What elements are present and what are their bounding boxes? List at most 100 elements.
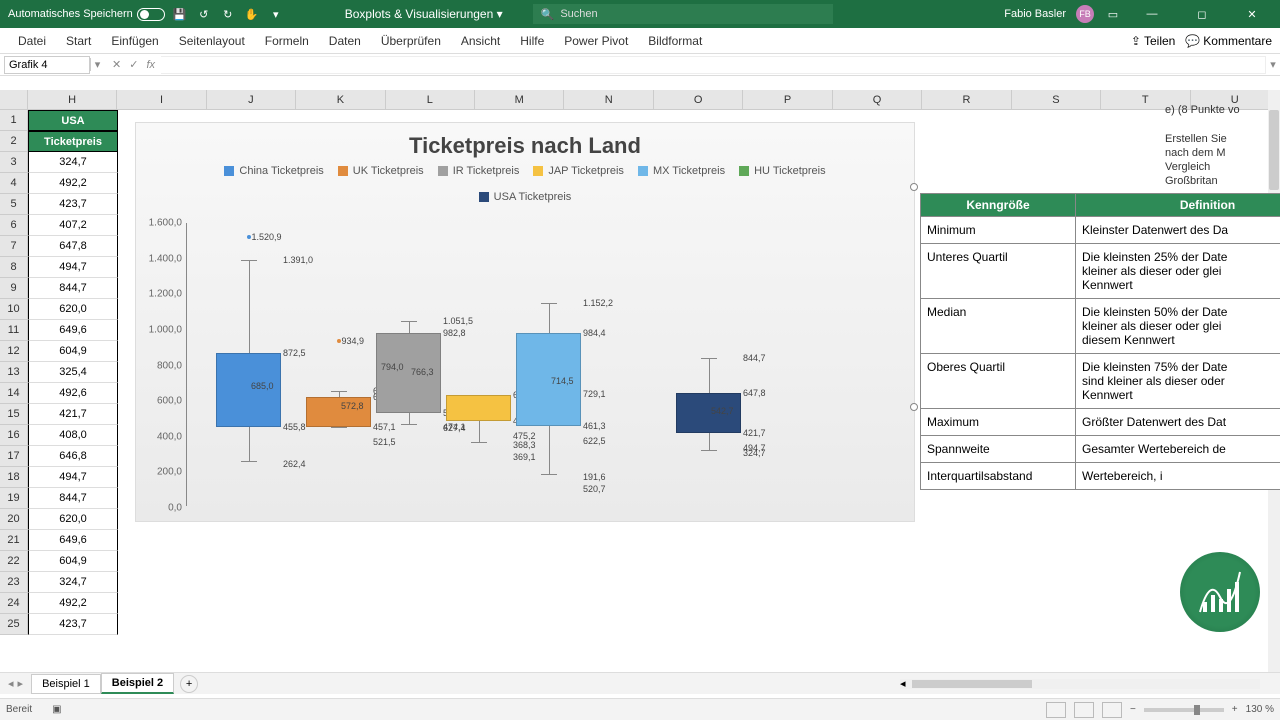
col-header[interactable]: J	[207, 90, 296, 109]
data-cell[interactable]: 492,2	[28, 173, 118, 194]
share-button[interactable]: ⇪ Teilen	[1131, 34, 1175, 48]
touch-icon[interactable]: ✋	[243, 5, 261, 23]
zoom-slider[interactable]	[1144, 708, 1224, 712]
tab-hilfe[interactable]: Hilfe	[510, 29, 554, 53]
row-header[interactable]: 14	[0, 383, 28, 404]
formula-expand-icon[interactable]: ▾	[1266, 58, 1280, 71]
table-cell[interactable]: Interquartilsabstand	[921, 463, 1076, 490]
data-cell[interactable]: 844,7	[28, 278, 118, 299]
table-cell[interactable]: Gesamter Wertebereich de	[1076, 436, 1280, 463]
data-cell[interactable]: 423,7	[28, 614, 118, 635]
data-cell[interactable]: 324,7	[28, 152, 118, 173]
comments-button[interactable]: 💬 Kommentare	[1185, 34, 1272, 48]
row-header[interactable]: 1	[0, 110, 28, 131]
col-header[interactable]: R	[922, 90, 1011, 109]
data-cell[interactable]: 604,9	[28, 551, 118, 572]
row-header[interactable]: 17	[0, 446, 28, 467]
name-box[interactable]: Grafik 4	[4, 56, 90, 74]
search-box[interactable]: 🔍 Suchen	[533, 4, 833, 24]
data-cell[interactable]: 324,7	[28, 572, 118, 593]
tab-bildformat[interactable]: Bildformat	[638, 29, 712, 53]
col-header[interactable]: Q	[833, 90, 922, 109]
row-header[interactable]: 9	[0, 278, 28, 299]
row-header[interactable]: 2	[0, 131, 28, 152]
col-header[interactable]: H	[28, 90, 117, 109]
row-header[interactable]: 11	[0, 320, 28, 341]
row-header[interactable]: 6	[0, 215, 28, 236]
table-cell[interactable]: Die kleinsten 75% der Date sind kleiner …	[1076, 354, 1280, 409]
row-header[interactable]: 23	[0, 572, 28, 593]
formula-input[interactable]	[161, 56, 1266, 74]
row-header[interactable]: 12	[0, 341, 28, 362]
col-header[interactable]: L	[386, 90, 475, 109]
data-cell[interactable]: 421,7	[28, 404, 118, 425]
tab-seitenlayout[interactable]: Seitenlayout	[169, 29, 255, 53]
data-cell[interactable]: 408,0	[28, 425, 118, 446]
col-header[interactable]: N	[564, 90, 653, 109]
user-avatar[interactable]: FB	[1076, 5, 1094, 23]
row-header[interactable]: 10	[0, 299, 28, 320]
row-header[interactable]: 19	[0, 488, 28, 509]
data-header[interactable]: USA	[28, 110, 118, 131]
table-cell[interactable]: Minimum	[921, 217, 1076, 244]
more-icon[interactable]: ▾	[267, 5, 285, 23]
save-icon[interactable]: 💾	[171, 5, 189, 23]
col-header[interactable]: K	[296, 90, 385, 109]
view-normal-button[interactable]	[1046, 702, 1066, 718]
tab-daten[interactable]: Daten	[319, 29, 371, 53]
zoom-level[interactable]: 130 %	[1246, 704, 1274, 715]
table-cell[interactable]: Die kleinsten 25% der Date kleiner als d…	[1076, 244, 1280, 299]
data-cell[interactable]: 494,7	[28, 257, 118, 278]
col-header[interactable]: S	[1012, 90, 1101, 109]
data-cell[interactable]: 844,7	[28, 488, 118, 509]
record-macro-icon[interactable]: ▣	[52, 704, 61, 715]
data-cell[interactable]: 649,6	[28, 530, 118, 551]
selection-handle[interactable]	[910, 403, 918, 411]
row-header[interactable]: 18	[0, 467, 28, 488]
table-cell[interactable]: Maximum	[921, 409, 1076, 436]
view-pagelayout-button[interactable]	[1074, 702, 1094, 718]
table-cell[interactable]: Kleinster Datenwert des Da	[1076, 217, 1280, 244]
tab-formeln[interactable]: Formeln	[255, 29, 319, 53]
data-cell[interactable]: 325,4	[28, 362, 118, 383]
maximize-button[interactable]: ◻	[1182, 0, 1222, 28]
data-cell[interactable]: 646,8	[28, 446, 118, 467]
data-cell[interactable]: 620,0	[28, 299, 118, 320]
boxplot-chart[interactable]: Ticketpreis nach Land China TicketpreisU…	[135, 122, 915, 522]
confirm-icon[interactable]: ✓	[129, 58, 138, 71]
zoom-in-icon[interactable]: +	[1232, 704, 1238, 715]
data-cell[interactable]: 407,2	[28, 215, 118, 236]
table-cell[interactable]: Die kleinsten 50% der Date kleiner als d…	[1076, 299, 1280, 354]
name-box-dropdown[interactable]: ▾	[90, 58, 104, 71]
row-header[interactable]: 25	[0, 614, 28, 635]
tab-powerpivot[interactable]: Power Pivot	[554, 29, 638, 53]
selection-handle[interactable]	[910, 183, 918, 191]
table-cell[interactable]: Median	[921, 299, 1076, 354]
tab-ueberpruefen[interactable]: Überprüfen	[371, 29, 451, 53]
row-header[interactable]: 21	[0, 530, 28, 551]
data-cell[interactable]: 492,6	[28, 383, 118, 404]
tab-start[interactable]: Start	[56, 29, 101, 53]
data-cell[interactable]: 604,9	[28, 341, 118, 362]
table-cell[interactable]: Wertebereich, i	[1076, 463, 1280, 490]
sheet-nav-next-icon[interactable]: ▸	[18, 677, 24, 690]
zoom-out-icon[interactable]: −	[1130, 704, 1136, 715]
scroll-left-icon[interactable]: ◂	[900, 677, 906, 690]
row-header[interactable]: 8	[0, 257, 28, 278]
row-header[interactable]: 3	[0, 152, 28, 173]
worksheet-grid[interactable]: H I J K L M N O P Q R S T U 123456789101…	[0, 90, 1280, 672]
col-header[interactable]: I	[117, 90, 206, 109]
col-header[interactable]: M	[475, 90, 564, 109]
data-header[interactable]: Ticketpreis	[28, 131, 118, 152]
tab-ansicht[interactable]: Ansicht	[451, 29, 510, 53]
row-header[interactable]: 13	[0, 362, 28, 383]
col-header[interactable]: O	[654, 90, 743, 109]
sheet-nav-prev-icon[interactable]: ◂	[8, 677, 14, 690]
row-header[interactable]: 16	[0, 425, 28, 446]
cancel-icon[interactable]: ✕	[112, 58, 121, 71]
table-cell[interactable]: Größter Datenwert des Dat	[1076, 409, 1280, 436]
data-cell[interactable]: 649,6	[28, 320, 118, 341]
add-sheet-button[interactable]: +	[180, 675, 198, 693]
autosave-toggle[interactable]: Automatisches Speichern	[8, 8, 165, 21]
data-cell[interactable]: 494,7	[28, 467, 118, 488]
